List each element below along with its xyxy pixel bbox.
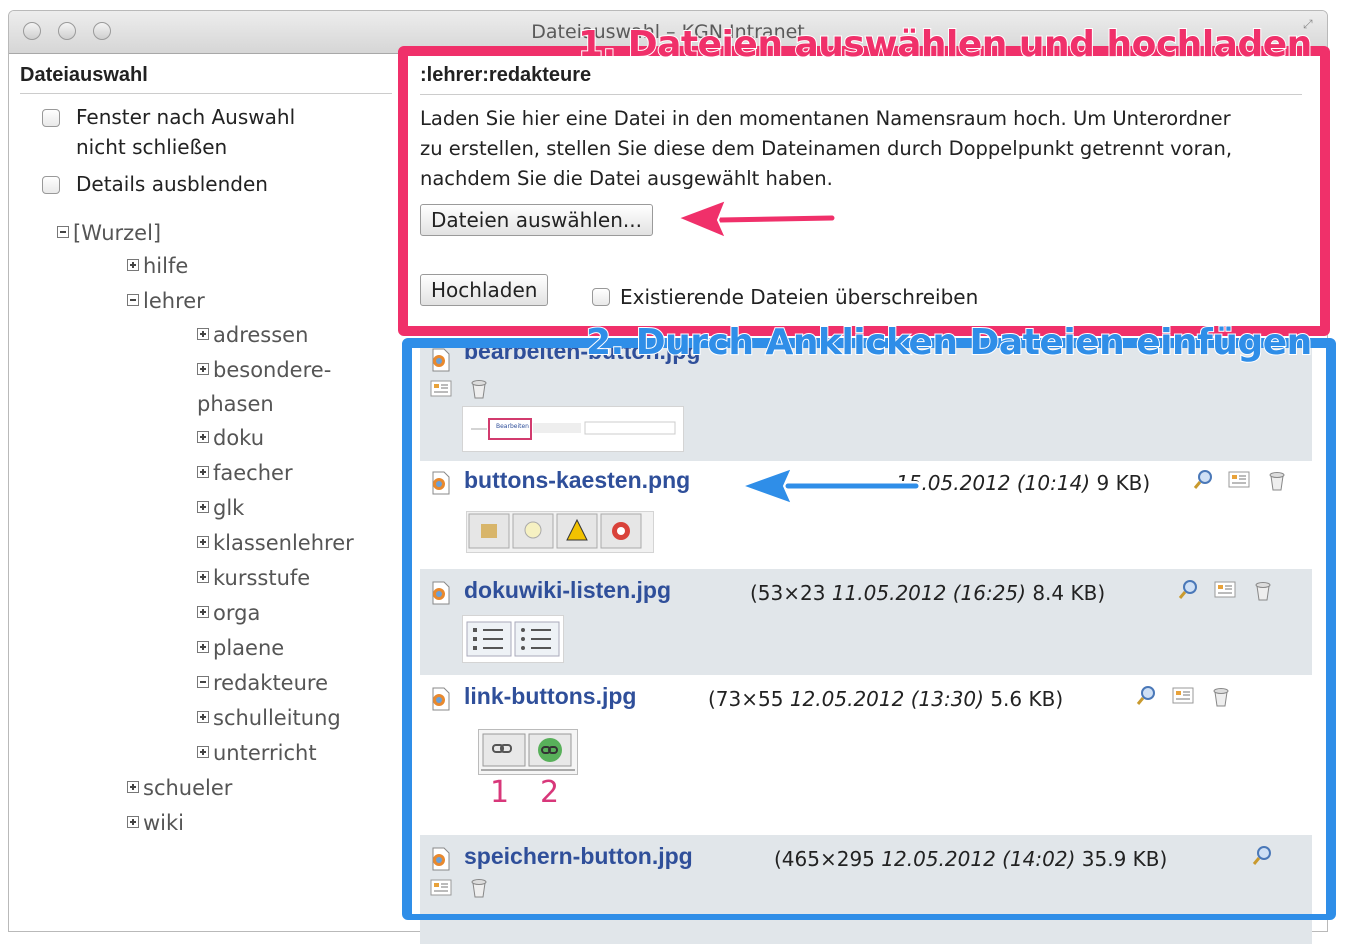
hide-details-label: Details ausblenden [76,172,268,196]
keep-open-label-1: Fenster nach Auswahl [76,105,296,129]
tree-label-unterricht[interactable]: unterricht [213,741,317,765]
pink-arrow-icon [675,198,837,240]
step2-highlight-box [402,338,1336,920]
collapse-icon[interactable] [57,226,69,238]
tree-label-root[interactable]: [Wurzel] [73,221,161,245]
collapse-icon[interactable] [127,294,139,306]
tree-label-schueler[interactable]: schueler [143,776,232,800]
hide-details-checkbox[interactable] [42,176,60,194]
sidebar-title: Dateiauswahl [20,64,392,94]
expand-icon[interactable] [127,259,139,271]
expand-icon[interactable] [197,431,209,443]
tree-label-hilfe[interactable]: hilfe [143,254,188,278]
tree-label-glk[interactable]: glk [213,496,244,520]
step1-highlight-box [398,46,1330,336]
tree-node-klassenlehrer[interactable]: klassenlehrer [197,529,354,557]
tree-node-besondere-phasen[interactable]: besondere- [197,356,331,384]
expand-icon[interactable] [197,501,209,513]
tree-label-besondere-1[interactable]: besondere- [213,358,331,382]
tree-node-adressen[interactable]: adressen [197,321,308,349]
tree-node-wiki[interactable]: wiki [127,809,184,837]
tree-node-besondere-phasen-cont[interactable]: phasen [197,390,274,418]
sidebar: Dateiauswahl [20,64,392,94]
tree-label-besondere-2[interactable]: phasen [197,392,274,416]
expand-icon[interactable] [197,328,209,340]
tree-node-schulleitung[interactable]: schulleitung [197,704,341,732]
tree-node-doku[interactable]: doku [197,424,264,452]
tree-label-plaene[interactable]: plaene [213,636,284,660]
blue-arrow-icon [739,466,921,506]
tree-label-redakteure[interactable]: redakteure [213,671,328,695]
tree-node-glk[interactable]: glk [197,494,244,522]
tree-node-orga[interactable]: orga [197,599,260,627]
step1-label: 1. Dateien auswählen und hochladen [577,23,1313,66]
tree-label-klassenlehrer[interactable]: klassenlehrer [213,531,354,555]
tree-label-doku[interactable]: doku [213,426,264,450]
option-keep-open[interactable]: Fenster nach Auswahl nicht schließen [42,102,295,162]
expand-icon[interactable] [127,816,139,828]
tree-label-wiki[interactable]: wiki [143,811,184,835]
step2-label: 2. Durch Anklicken Dateien einfügen [585,321,1313,364]
expand-icon[interactable] [127,781,139,793]
tree-node-root[interactable]: [Wurzel] [57,219,161,247]
keep-open-label-2: nicht schließen [76,135,228,159]
expand-icon[interactable] [197,536,209,548]
collapse-icon[interactable] [197,676,209,688]
expand-icon[interactable] [197,363,209,375]
tree-node-lehrer[interactable]: lehrer [127,287,205,315]
expand-icon[interactable] [197,746,209,758]
expand-icon[interactable] [197,571,209,583]
tree-label-adressen[interactable]: adressen [213,323,308,347]
option-hide-details[interactable]: Details ausblenden [42,169,268,199]
tree-label-schulleitung[interactable]: schulleitung [213,706,341,730]
tree-node-redakteure[interactable]: redakteure [197,669,328,697]
keep-open-checkbox[interactable] [42,109,60,127]
expand-icon[interactable] [197,641,209,653]
tree-label-faecher[interactable]: faecher [213,461,293,485]
tree-node-hilfe[interactable]: hilfe [127,252,188,280]
tree-label-kursstufe[interactable]: kursstufe [213,566,310,590]
tree-node-faecher[interactable]: faecher [197,459,293,487]
expand-icon[interactable] [197,711,209,723]
tree-node-plaene[interactable]: plaene [197,634,284,662]
tree-label-lehrer[interactable]: lehrer [143,289,205,313]
tree-node-unterricht[interactable]: unterricht [197,739,317,767]
expand-icon[interactable] [197,606,209,618]
expand-icon[interactable] [197,466,209,478]
tree-node-schueler[interactable]: schueler [127,774,232,802]
tree-label-orga[interactable]: orga [213,601,260,625]
tree-node-kursstufe[interactable]: kursstufe [197,564,310,592]
